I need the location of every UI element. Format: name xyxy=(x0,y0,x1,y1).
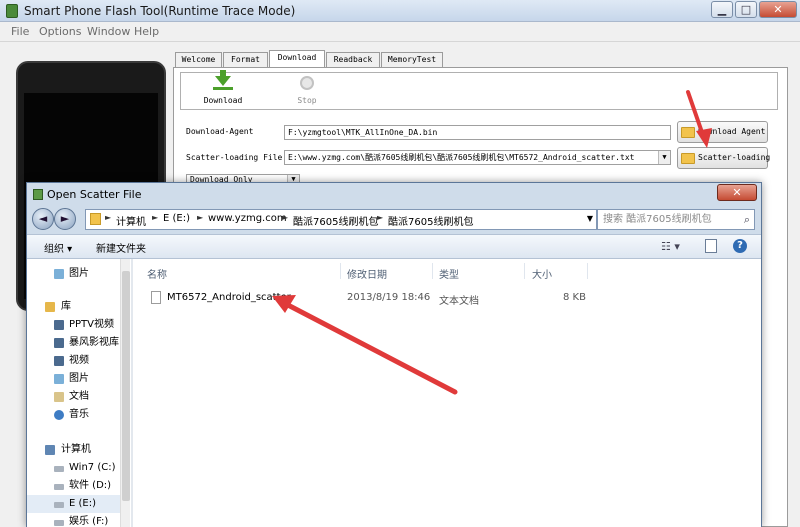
nav-item-drive-c[interactable]: Win7 (C:) xyxy=(27,459,129,477)
nav-item-videos[interactable]: 视频 xyxy=(27,352,129,370)
tab-readback[interactable]: Readback xyxy=(326,52,380,67)
window-title: Smart Phone Flash Tool(Runtime Trace Mod… xyxy=(24,4,296,18)
folder-icon xyxy=(90,213,101,225)
menu-options[interactable]: Options xyxy=(39,25,81,38)
breadcrumb-drive-e[interactable]: E (E:) xyxy=(163,213,190,224)
pictures-icon xyxy=(54,269,64,279)
chevron-down-icon[interactable]: ▼ xyxy=(587,214,593,223)
text-file-icon xyxy=(151,291,161,304)
preview-pane-icon[interactable] xyxy=(705,239,717,253)
file-name-cell[interactable]: MT6572_Android_scatter xyxy=(167,292,291,303)
scatter-loading-field[interactable]: E:\www.yzmg.com\酷派7605线刷机包\酷派7605线刷机包\MT… xyxy=(284,150,671,165)
maximize-button[interactable]: □ xyxy=(735,1,757,18)
nav-item-pictures[interactable]: 图片 xyxy=(27,265,129,283)
column-header-type[interactable]: 类型 xyxy=(439,266,459,281)
nav-pane-scrollbar[interactable] xyxy=(120,259,130,527)
drive-icon xyxy=(54,466,64,472)
nav-item-documents[interactable]: 文档 xyxy=(27,388,129,406)
file-list-pane: 名称 修改日期 类型 大小 MT6572_Android_scatter 201… xyxy=(133,259,761,527)
video-library-icon xyxy=(54,338,64,348)
drive-icon xyxy=(54,520,64,526)
file-modified-cell: 2013/8/19 18:46 xyxy=(347,292,431,303)
breadcrumb-current-folder[interactable]: 酷派7605线刷机包 xyxy=(388,213,473,228)
file-type-cell: 文本文档 xyxy=(439,296,479,307)
address-bar[interactable]: ► 计算机 ► E (E:) ► www.yzmg.com ► 酷派7605线刷… xyxy=(85,209,597,230)
tab-welcome[interactable]: Welcome xyxy=(175,52,222,67)
video-library-icon xyxy=(54,356,64,366)
download-toolbar xyxy=(180,72,778,110)
column-header-modified[interactable]: 修改日期 xyxy=(347,266,387,281)
drive-icon xyxy=(54,502,64,508)
dialog-title-bar: Open Scatter File ✕ xyxy=(27,183,761,206)
menu-file[interactable]: File xyxy=(11,25,29,38)
stop-icon xyxy=(300,76,314,90)
download-agent-label: Download-Agent xyxy=(186,127,254,136)
tab-format[interactable]: Format xyxy=(223,52,268,67)
file-size-cell: 8 KB xyxy=(563,292,586,303)
help-icon[interactable]: ? xyxy=(733,239,747,253)
organize-button[interactable]: 组织 ▾ xyxy=(44,240,72,255)
nav-item-drive-e[interactable]: E (E:) xyxy=(27,495,129,513)
music-icon xyxy=(54,410,64,420)
drive-icon xyxy=(54,484,64,490)
nav-item-drive-f[interactable]: 娱乐 (F:) xyxy=(27,513,129,527)
dialog-close-button[interactable]: ✕ xyxy=(717,184,757,201)
menu-window[interactable]: Window xyxy=(87,25,130,38)
scrollbar-thumb[interactable] xyxy=(122,271,130,501)
open-scatter-file-dialog: Open Scatter File ✕ ◄ ► ► 计算机 ► E (E:) ►… xyxy=(26,182,762,527)
scatter-loading-button[interactable]: Scatter-loading xyxy=(677,147,770,169)
folder-icon xyxy=(681,153,695,164)
search-input[interactable]: 搜索 酷派7605线刷机包 ⌕ xyxy=(597,209,755,230)
video-library-icon xyxy=(54,320,64,330)
breadcrumb-package-folder[interactable]: 酷派7605线刷机包 xyxy=(293,213,378,228)
nav-item-library[interactable]: 库 xyxy=(27,298,129,316)
menu-help[interactable]: Help xyxy=(134,25,159,38)
command-bar: 组织 ▾ 新建文件夹 ☷ ▾ ? xyxy=(27,234,761,259)
dialog-app-icon xyxy=(33,189,43,200)
scatter-loading-label: Scatter-loading File xyxy=(186,153,283,162)
documents-icon xyxy=(54,392,64,402)
download-agent-field[interactable]: F:\yzmgtool\MTK_AllInOne_DA.bin xyxy=(284,125,671,140)
navigation-row: ◄ ► ► 计算机 ► E (E:) ► www.yzmg.com ► 酷派76… xyxy=(27,206,761,234)
nav-item-pptv[interactable]: PPTV视频 xyxy=(27,316,129,334)
column-header-name[interactable]: 名称 xyxy=(147,266,167,281)
breadcrumb-site-folder[interactable]: www.yzmg.com xyxy=(208,213,287,224)
breadcrumb-computer[interactable]: 计算机 xyxy=(116,213,146,228)
app-icon xyxy=(6,4,18,18)
nav-item-drive-d[interactable]: 软件 (D:) xyxy=(27,477,129,495)
tab-download[interactable]: Download xyxy=(269,50,325,68)
nav-item-baofeng[interactable]: 暴风影视库 xyxy=(27,334,129,352)
pictures-icon xyxy=(54,374,64,384)
menu-bar: File Options Window Help xyxy=(0,22,800,42)
new-folder-button[interactable]: 新建文件夹 xyxy=(96,240,146,255)
column-header-size[interactable]: 大小 xyxy=(532,266,552,281)
folder-icon xyxy=(681,127,695,138)
computer-icon xyxy=(45,445,55,455)
stop-label: Stop xyxy=(297,96,317,105)
download-label: Download xyxy=(203,96,243,105)
library-icon xyxy=(45,302,55,312)
forward-button[interactable]: ► xyxy=(54,208,76,230)
download-agent-button[interactable]: Download Agent xyxy=(677,121,768,143)
tab-memorytest[interactable]: MemoryTest xyxy=(381,52,443,67)
nav-item-computer[interactable]: 计算机 xyxy=(27,441,129,459)
minimize-button[interactable]: ▁ xyxy=(711,1,733,18)
close-button[interactable]: ✕ xyxy=(759,1,797,18)
navigation-pane: 图片 库 PPTV视频 暴风影视库 视频 图片 文档 音乐 计算机 Win7 (… xyxy=(27,259,131,527)
title-bar: Smart Phone Flash Tool(Runtime Trace Mod… xyxy=(0,0,800,22)
chevron-down-icon[interactable]: ▼ xyxy=(658,151,670,164)
nav-item-pictures-library[interactable]: 图片 xyxy=(27,370,129,388)
view-options-icon[interactable]: ☷ ▾ xyxy=(661,240,680,253)
search-icon: ⌕ xyxy=(743,213,750,226)
back-button[interactable]: ◄ xyxy=(32,208,54,230)
dialog-title: Open Scatter File xyxy=(47,188,142,201)
nav-item-music[interactable]: 音乐 xyxy=(27,406,129,424)
